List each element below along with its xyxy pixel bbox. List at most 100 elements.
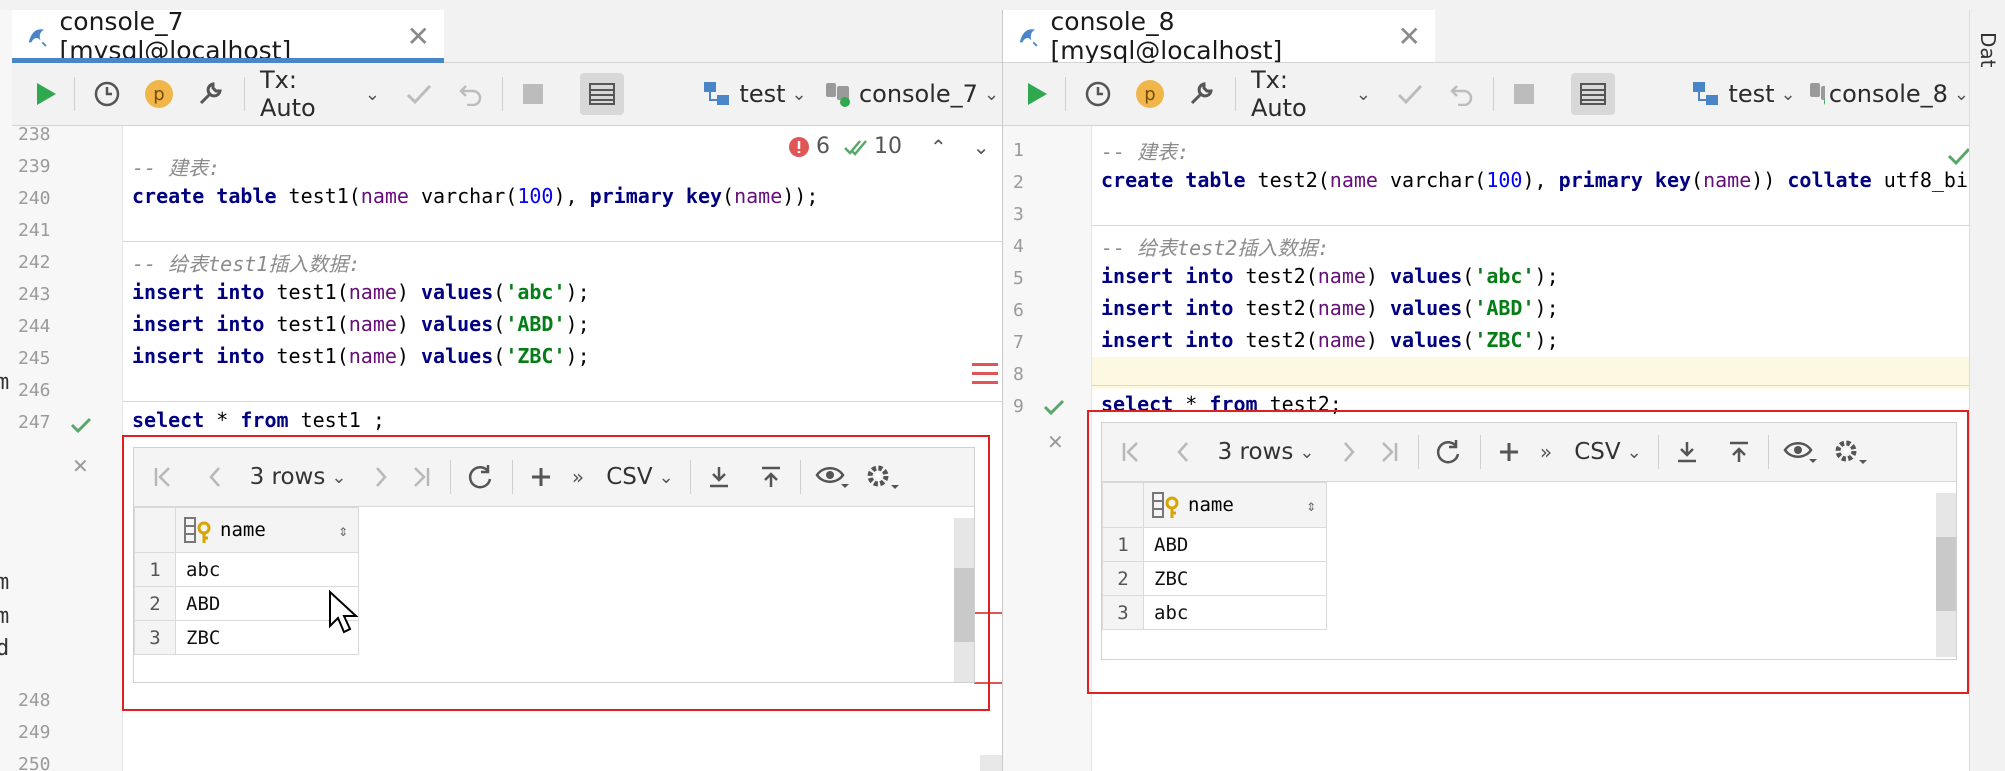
add-row-button[interactable] [526,458,556,496]
table-row[interactable]: 2 ABD [134,586,359,621]
download-button[interactable] [1672,433,1702,471]
table-row[interactable]: 3 abc [1102,595,1327,630]
profile-button[interactable]: p [1133,73,1167,115]
last-page-button[interactable] [1374,433,1404,471]
output-view-button[interactable] [1571,73,1615,115]
column-header-name[interactable]: name ⇕ [1143,482,1327,528]
chevron-down-icon: ⌄ [983,83,1000,105]
next-page-button[interactable] [366,458,396,496]
sort-icon[interactable]: ⇕ [1306,496,1316,515]
code-comment: -- 建表: [132,156,221,180]
chevron-down-icon: ⌄ [658,466,674,488]
close-icon[interactable]: ✕ [1398,20,1421,53]
table-row[interactable]: 2 ZBC [1102,561,1327,596]
chevron-down-icon: ⌄ [1780,83,1796,105]
table-row[interactable]: 1 ABD [1102,527,1327,562]
rollback-button[interactable] [454,73,488,115]
export-format-dropdown[interactable]: CSV ⌄ [1568,433,1648,471]
column-header-name[interactable]: name ⇕ [175,507,359,553]
previous-page-button[interactable] [200,458,230,496]
editor-pane-console-8: console_8 [mysql@localhost] ✕ p Tx: Auto… [1003,10,1969,771]
add-row-button[interactable] [1494,433,1524,471]
results-panel: 3 rows ⌄ » CSV ⌄ name ⇕ [1101,422,1957,660]
more-actions-icon[interactable]: » [1534,433,1558,471]
line-number: 239 [18,156,51,177]
settings-wrench-button[interactable] [1183,73,1219,115]
console-dropdown[interactable]: console_8 ⌄ [1809,73,1969,115]
results-settings-button[interactable] [862,458,902,496]
statement-separator [1092,385,1969,386]
results-scrollbar[interactable] [954,518,974,682]
schema-dropdown[interactable]: test ⌄ [700,73,810,115]
page-size-dropdown[interactable]: 3 rows ⌄ [242,458,354,496]
commit-button[interactable] [402,73,436,115]
commit-button[interactable] [1393,73,1427,115]
console-dropdown[interactable]: console_7 ⌄ [822,73,1002,115]
cell-value[interactable]: ABD [1143,527,1327,562]
statement-separator [123,401,1002,402]
tab-console-8[interactable]: console_8 [mysql@localhost] ✕ [1003,10,1435,65]
close-icon[interactable]: ✕ [407,20,430,53]
previous-highlight-icon[interactable]: ⌃ [930,135,947,159]
results-scrollbar[interactable] [1936,493,1956,657]
transaction-mode-dropdown[interactable]: Tx: Auto ⌄ [260,66,380,122]
output-view-button[interactable] [580,73,624,115]
results-settings-button[interactable] [1830,433,1870,471]
line-number: 249 [18,722,51,743]
editor-scrollbar[interactable] [980,755,1002,771]
settings-wrench-button[interactable] [192,73,228,115]
run-button[interactable] [28,73,64,115]
right-tool-strip: Dat [1969,10,2005,771]
schema-icon [704,82,730,105]
cell-value[interactable]: abc [1143,595,1327,630]
database-tool-tab[interactable]: Dat [1974,32,2000,92]
separator [690,460,691,494]
download-button[interactable] [704,458,734,496]
close-result-icon[interactable]: ✕ [1047,430,1064,454]
stop-icon [1514,84,1534,104]
refresh-button[interactable] [462,458,498,496]
export-format-dropdown[interactable]: CSV ⌄ [600,458,680,496]
sort-icon[interactable]: ⇕ [338,521,348,540]
profile-button[interactable]: p [142,73,176,115]
upload-icon [762,466,780,487]
rollback-button[interactable] [1445,73,1479,115]
hamburger-marker-icon [972,360,998,386]
run-button[interactable] [1019,73,1055,115]
view-options-button[interactable] [1780,433,1820,471]
line-number: 7 [1013,332,1024,353]
results-toolbar: 3 rows ⌄ » CSV ⌄ [1102,423,1956,482]
history-button[interactable] [88,73,126,115]
first-page-button[interactable] [148,458,178,496]
first-page-button[interactable] [1116,433,1146,471]
scrollbar-thumb[interactable] [954,568,974,642]
line-number: 2 [1013,172,1024,193]
scrollbar-thumb[interactable] [1936,537,1956,611]
side-letter: m [0,604,10,629]
page-size-dropdown[interactable]: 3 rows ⌄ [1210,433,1322,471]
upload-button[interactable] [756,458,786,496]
last-page-button[interactable] [406,458,436,496]
line-number: 1 [1013,140,1024,161]
more-actions-icon[interactable]: » [566,458,590,496]
view-options-button[interactable] [812,458,852,496]
close-result-icon[interactable]: ✕ [72,454,89,478]
double-check-icon [844,139,867,156]
previous-page-button[interactable] [1168,433,1198,471]
stop-button[interactable] [1507,73,1541,115]
schema-dropdown[interactable]: test ⌄ [1689,73,1799,115]
refresh-button[interactable] [1430,433,1466,471]
cell-value[interactable]: ZBC [1143,561,1327,596]
next-highlight-icon[interactable]: ⌄ [973,135,990,159]
tab-label: console_7 [mysql@localhost] [59,10,292,65]
history-button[interactable] [1079,73,1117,115]
inspection-widget[interactable]: 6 10 ⌃ ⌄ [788,134,990,159]
transaction-mode-dropdown[interactable]: Tx: Auto ⌄ [1251,66,1371,122]
cell-value[interactable]: abc [175,552,359,587]
upload-button[interactable] [1724,433,1754,471]
table-row[interactable]: 3 ZBC [134,620,359,655]
next-page-button[interactable] [1334,433,1364,471]
table-row[interactable]: 1 abc [134,552,359,587]
tab-console-7[interactable]: console_7 [mysql@localhost] ✕ [12,10,444,65]
stop-button[interactable] [516,73,550,115]
